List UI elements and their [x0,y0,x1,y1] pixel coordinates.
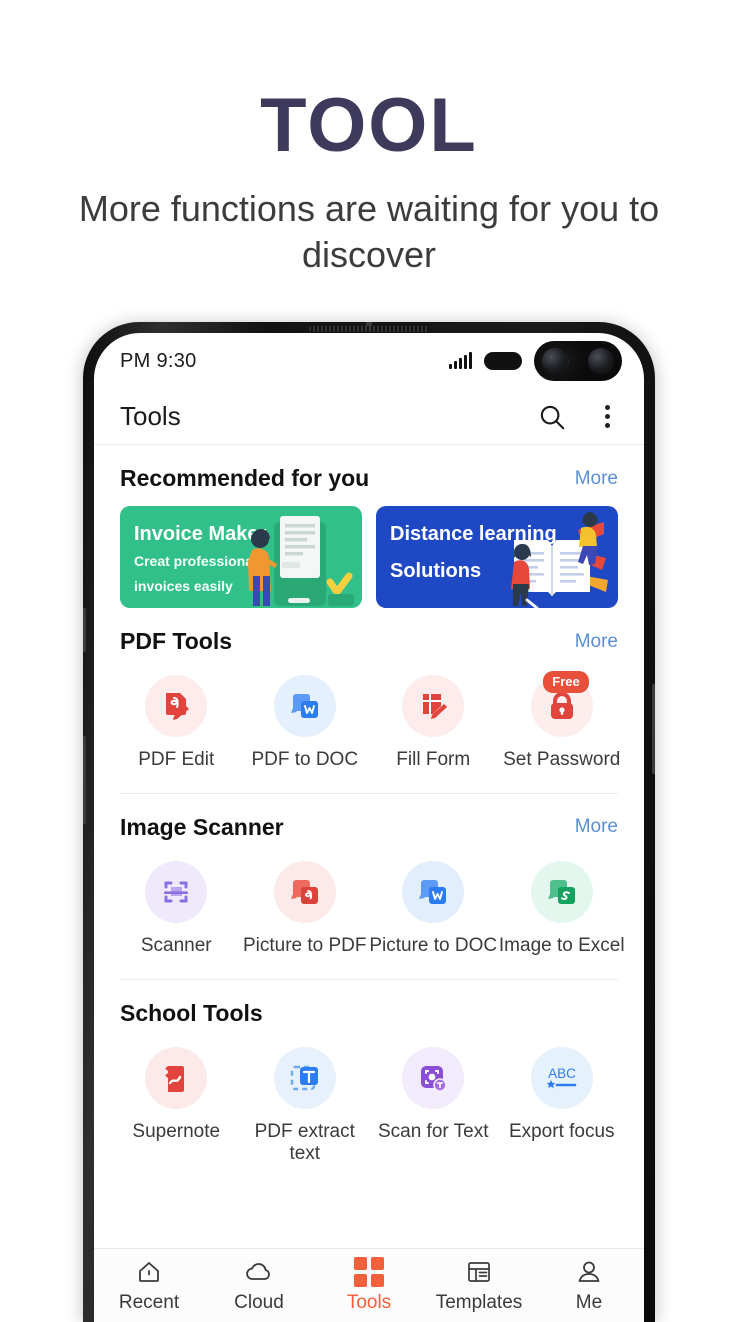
tool-scan-for-text[interactable]: Scan for Text [369,1046,498,1165]
promo-subtitle: More functions are waiting for you to di… [78,188,660,276]
tool-label: PDF to DOC [251,749,359,770]
tool-label: Scan for Text [377,1120,489,1142]
templates-icon [465,1257,493,1287]
tool-fill-form[interactable]: Fill Form [369,675,498,771]
tool-label: PDF extract text [254,1120,355,1164]
nav-label: Templates [435,1292,523,1313]
app-bar: Tools [94,389,644,445]
section-header-image-scanner: Image Scanner More [94,794,644,841]
app-bar-actions [537,401,618,432]
pdf-edit-icon [166,693,190,720]
tool-label: Supernote [132,1120,221,1142]
tool-label: Image to Excel [498,934,625,956]
school-tools-grid: Supernote PDF extract text Scan for Text… [94,1027,644,1165]
nav-item-recent[interactable]: Recent [94,1257,204,1314]
nav-item-me[interactable]: Me [534,1257,644,1314]
tool-image-to-excel[interactable]: Image to Excel [498,860,627,957]
tool-pdf-to-doc[interactable]: PDF to DOC [241,675,370,771]
page-title: Tools [120,401,181,431]
section-title: PDF Tools [120,628,233,654]
tool-set-password[interactable]: Free Set Password [498,671,627,771]
nav-label: Recent [118,1292,180,1313]
nav-item-tools[interactable]: Tools [314,1257,424,1314]
tool-export-focus[interactable]: ABC Export focus [498,1046,627,1165]
pdf-tools-grid: PDF Edit PDF to DOC Fill Form Free Set P… [94,655,644,771]
tool-pdf-extract-text[interactable]: PDF extract text [241,1046,370,1165]
tool-label: Picture to DOC [369,934,498,956]
cloud-icon [244,1257,274,1287]
phone-mockup: PM 9:30 Tools Recommended for you More I… [83,322,655,1322]
earpiece-speaker [309,326,429,332]
promo-title: TOOL [260,83,478,168]
banner-invoice-maker[interactable]: Invoice Maker Creat professional invoice… [120,506,362,608]
tool-picture-to-doc[interactable]: Picture to DOC [369,860,498,957]
invoice-illustration [248,516,354,606]
section-header-recommended: Recommended for you More [94,445,644,492]
banner-distance-learning[interactable]: Distance learning Solutions [376,506,618,608]
home-icon [135,1257,163,1287]
status-clock: PM 9:30 [120,349,197,372]
abc-icon: ABC [546,1066,577,1088]
grid-icon [354,1257,384,1287]
more-link-image-scanner[interactable]: More [575,816,618,838]
power-button[interactable] [652,684,655,774]
cellular-signal-icon [449,352,472,369]
tool-pdf-edit[interactable]: PDF Edit [112,675,241,771]
nav-item-templates[interactable]: Templates [424,1257,534,1314]
tools-scroll-area[interactable]: Recommended for you More Invoice Maker C… [94,445,644,1164]
battery-full-icon [484,352,522,370]
more-link-pdf-tools[interactable]: More [575,631,618,653]
tool-scanner[interactable]: Scanner [112,860,241,957]
status-bar: PM 9:30 [94,333,644,389]
volume-up-button[interactable] [83,608,86,652]
lock-icon [550,692,573,719]
distance-learning-illustration [511,512,608,608]
nav-label: Me [575,1292,603,1313]
recommended-banner-row: Invoice Maker Creat professional invoice… [94,492,644,608]
nav-label: Tools [346,1292,392,1313]
nav-item-cloud[interactable]: Cloud [204,1257,314,1314]
scan-for-text-icon [421,1065,448,1092]
free-badge: Free [543,671,589,693]
phone-screen: PM 9:30 Tools Recommended for you More I… [94,333,644,1322]
more-link-recommended[interactable]: More [575,468,618,490]
tool-picture-to-pdf[interactable]: Picture to PDF [241,860,370,957]
svg-text:ABC: ABC [548,1066,576,1081]
section-title: School Tools [120,999,263,1026]
image-to-excel-icon [547,879,575,904]
more-vertical-icon[interactable] [597,401,618,432]
fill-form-icon [423,694,448,719]
tool-label: Fill Form [396,749,471,770]
search-icon[interactable] [537,402,567,432]
promo-header: TOOL More functions are waiting for you … [0,0,738,278]
person-icon [575,1257,603,1287]
image-scanner-grid: Scanner Picture to PDF Picture to DOC Im… [94,841,644,957]
section-title: Recommended for you [120,465,370,491]
volume-down-button[interactable] [83,736,86,824]
bottom-navigation: Recent Cloud Tools Templates Me [94,1248,644,1322]
nav-label: Cloud [234,1292,284,1313]
scanner-icon [164,881,189,903]
tool-label: Picture to PDF [242,934,367,956]
front-camera-punch-hole [534,341,622,381]
tool-label: PDF Edit [138,749,215,770]
tool-label: Set Password [503,749,621,770]
picture-to-doc-icon [419,879,447,904]
pdf-extract-text-icon [290,1065,318,1090]
section-header-school-tools: School Tools [94,980,644,1027]
tool-label: Scanner [140,934,212,956]
pdf-to-doc-icon [290,694,318,718]
picture-to-pdf-icon [290,879,318,904]
tool-supernote[interactable]: Supernote [112,1046,241,1165]
tool-label: Export focus [508,1120,615,1142]
section-header-pdf-tools: PDF Tools More [94,608,644,655]
supernote-icon [165,1065,185,1092]
section-title: Image Scanner [120,813,284,840]
